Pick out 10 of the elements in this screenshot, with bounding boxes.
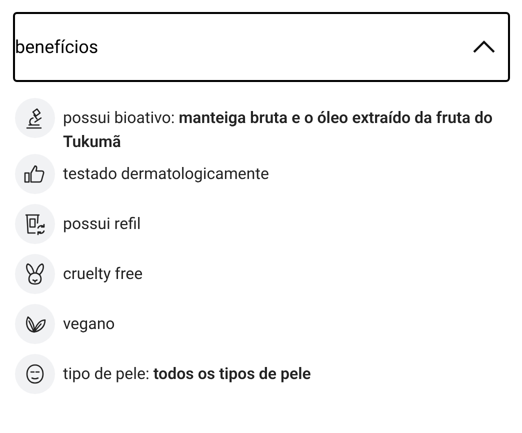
benefit-text: cruelty free [63,263,143,285]
benefit-text: possui bioativo: manteiga bruta e o óleo extraído da fruta do Tukumã [63,107,494,153]
rabbit-icon [23,262,47,286]
benefit-text: tipo de pele: todos os tipos de pele [63,363,311,385]
chevron-up-icon [472,40,496,54]
refill-jar-icon [23,212,47,236]
benefit-text: possui refil [63,213,141,235]
benefit-text: testado dermatologicamente [63,163,269,185]
accordion-header[interactable]: benefícios [13,12,510,82]
benefit-text: vegano [63,313,115,335]
